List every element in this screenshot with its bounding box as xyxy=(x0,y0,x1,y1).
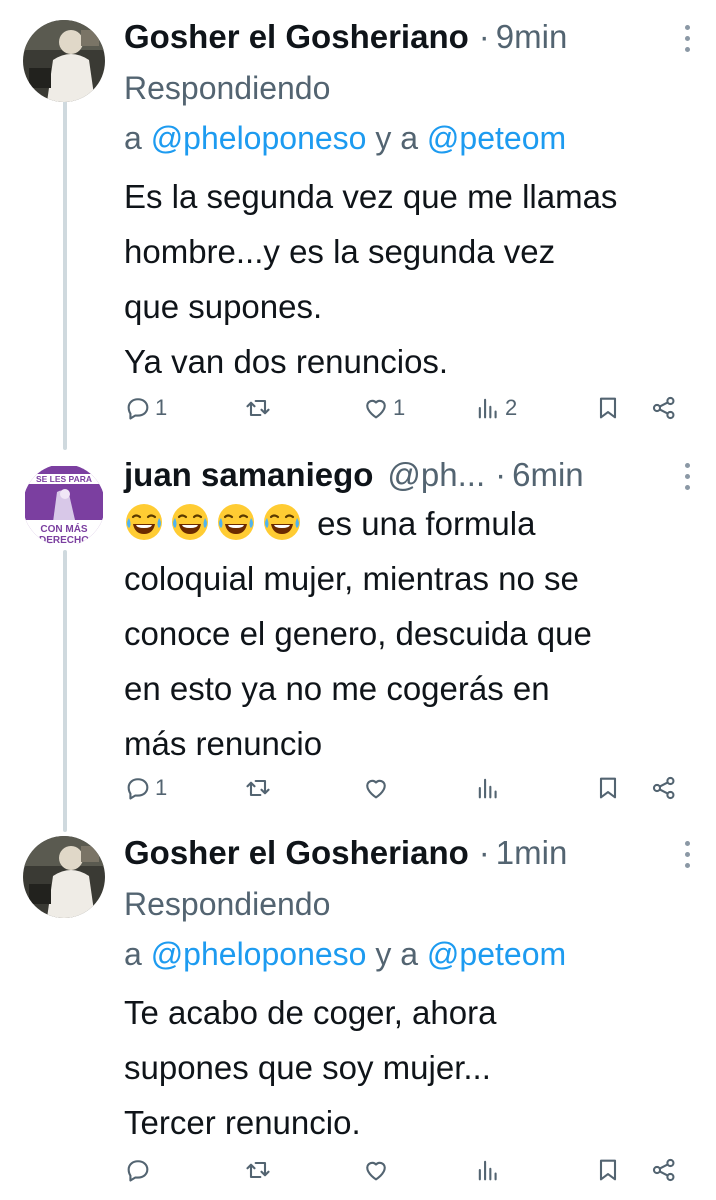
mention-link[interactable]: @peteom xyxy=(427,936,566,972)
like-count: 1 xyxy=(393,395,406,420)
mention-link[interactable]: @peteom xyxy=(427,120,566,156)
reply-button[interactable]: 1 xyxy=(124,388,167,428)
replying-mid: y a xyxy=(366,936,427,972)
more-icon[interactable] xyxy=(672,456,702,496)
tweet-text-line: que supones. xyxy=(124,288,323,325)
bookmark-button[interactable] xyxy=(594,768,622,808)
like-button[interactable] xyxy=(362,1150,393,1190)
more-icon[interactable] xyxy=(672,834,702,874)
share-icon xyxy=(652,1158,675,1182)
tweet-text-line: coloquial mujer, mientras no se xyxy=(124,560,579,597)
views-button[interactable] xyxy=(474,1150,505,1190)
replying-label: Respondiendo xyxy=(124,70,331,106)
share-button[interactable] xyxy=(650,1150,678,1190)
views-button[interactable]: 2 xyxy=(474,388,517,428)
replying-label: Respondiendo xyxy=(124,886,331,922)
tweet-text: es una formula coloquial mujer, mientras… xyxy=(124,496,694,771)
replying-a: a xyxy=(124,936,151,972)
bookmark-icon xyxy=(599,777,617,799)
joy-emoji-icon xyxy=(218,504,254,540)
joy-emoji-icon xyxy=(172,504,208,540)
tweet-text: Es la segunda vez que me llamas hombre..… xyxy=(124,169,694,389)
retweet-icon xyxy=(246,399,270,417)
reply-icon xyxy=(127,1160,149,1182)
bookmark-icon xyxy=(599,1159,617,1181)
tweet-text-line: es una formula xyxy=(124,496,694,551)
joy-emoji-icon xyxy=(126,504,162,540)
retweet-button[interactable] xyxy=(244,768,275,808)
action-bar: 1 xyxy=(124,768,696,808)
tweet-text-line: más renuncio xyxy=(124,725,323,762)
reply-button[interactable] xyxy=(124,1150,155,1190)
like-button[interactable] xyxy=(362,768,393,808)
timestamp[interactable]: 6min xyxy=(512,456,584,494)
avatar[interactable] xyxy=(23,836,105,918)
action-bar: 1 1 2 xyxy=(124,388,696,428)
author-name[interactable]: juan samaniego xyxy=(124,456,373,494)
views-button[interactable] xyxy=(474,768,505,808)
author-handle[interactable]: @ph... xyxy=(387,456,485,494)
avatar[interactable] xyxy=(23,20,105,102)
replying-a: a xyxy=(124,120,151,156)
mention-link[interactable]: @pheloponeso xyxy=(151,936,367,972)
avatar-text: CON MÁS xyxy=(40,522,88,535)
views-icon xyxy=(478,778,497,799)
tweet-text-line: conoce el genero, descuida que xyxy=(124,615,592,652)
tweet-text-line: Tercer renuncio. xyxy=(124,1104,361,1141)
avatar-text: SE LES PARA xyxy=(36,474,92,484)
tweet-text-line: en esto ya no me cogerás en xyxy=(124,670,550,707)
reply-icon xyxy=(127,398,149,420)
retweet-icon xyxy=(246,779,270,797)
replying-to: Respondiendo a @pheloponeso y a @peteom xyxy=(124,879,694,979)
views-icon xyxy=(478,398,497,419)
bookmark-icon xyxy=(599,397,617,419)
share-icon xyxy=(652,396,675,420)
tweet-text-line: Te acabo de coger, ahora xyxy=(124,994,497,1031)
tweet-text: Te acabo de coger, ahora supones que soy… xyxy=(124,985,694,1150)
share-button[interactable] xyxy=(650,388,678,428)
timestamp[interactable]: 9min xyxy=(496,18,568,56)
tweet-text-line: supones que soy mujer... xyxy=(124,1049,491,1086)
tweet-text-line: Ya van dos renuncios. xyxy=(124,343,449,380)
reply-button[interactable]: 1 xyxy=(124,768,167,808)
joy-emoji-icon xyxy=(264,504,300,540)
reply-icon xyxy=(127,778,149,800)
views-count: 2 xyxy=(505,395,518,420)
share-icon xyxy=(652,776,675,800)
reply-count: 1 xyxy=(155,775,168,800)
avatar-text: DERECHO xyxy=(39,535,89,546)
timestamp[interactable]: 1min xyxy=(496,834,568,872)
author-name[interactable]: Gosher el Gosheriano xyxy=(124,834,469,872)
retweet-icon xyxy=(246,1161,270,1179)
tweet[interactable]: LOS FASCIS SE LES PARA CON MÁS DERECHO j… xyxy=(0,450,716,830)
replying-mid: y a xyxy=(366,120,427,156)
separator-dot: · xyxy=(495,456,507,493)
like-icon xyxy=(366,1161,386,1181)
tweet-text-line: hombre...y es la segunda vez xyxy=(124,233,556,270)
views-icon xyxy=(478,1160,497,1181)
retweet-button[interactable] xyxy=(244,1150,275,1190)
replying-to: Respondiendo a @pheloponeso y a @peteom xyxy=(124,63,694,163)
separator-dot: · xyxy=(478,18,490,55)
bookmark-button[interactable] xyxy=(594,388,622,428)
like-button[interactable]: 1 xyxy=(362,388,405,428)
avatar[interactable]: LOS FASCIS SE LES PARA CON MÁS DERECHO xyxy=(23,464,105,546)
mention-link[interactable]: @pheloponeso xyxy=(151,120,367,156)
more-icon[interactable] xyxy=(672,18,702,58)
bookmark-button[interactable] xyxy=(594,1150,622,1190)
share-button[interactable] xyxy=(650,768,678,808)
retweet-button[interactable] xyxy=(244,388,275,428)
tweet-text-line: Es la segunda vez que me llamas xyxy=(124,178,618,215)
tweet-text-fragment: es una formula xyxy=(308,505,536,542)
action-bar xyxy=(124,1150,696,1190)
reply-count: 1 xyxy=(155,395,168,420)
tweet[interactable]: Gosher el Gosheriano · 1min Respondiendo… xyxy=(0,830,716,1200)
tweet[interactable]: Gosher el Gosheriano · 9min Respondiendo… xyxy=(0,0,716,450)
like-icon xyxy=(366,399,386,419)
separator-dot: · xyxy=(478,834,490,871)
like-icon xyxy=(366,779,386,799)
author-name[interactable]: Gosher el Gosheriano xyxy=(124,18,469,56)
